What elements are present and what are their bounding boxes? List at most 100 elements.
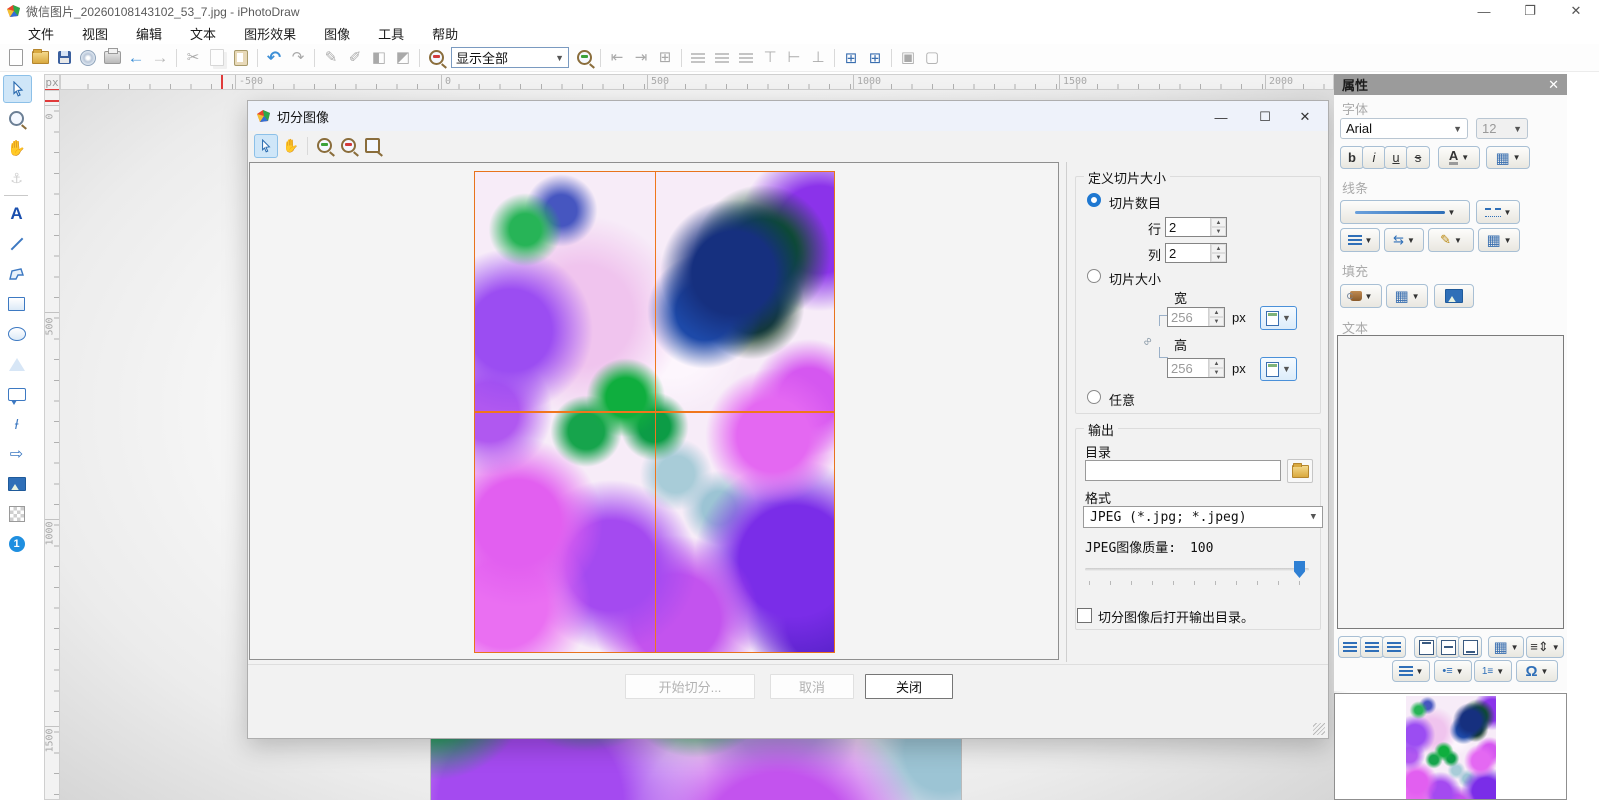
minimize-button[interactable]: — [1461,0,1507,22]
menu-shape-effects[interactable]: 图形效果 [230,22,310,45]
dialog-zoom-out-tool[interactable] [337,135,359,157]
undo-icon[interactable]: ↶ [263,47,285,69]
select-tool[interactable] [3,75,32,103]
save-icon[interactable] [53,47,75,69]
zoom-out-icon[interactable] [425,47,447,69]
menu-help[interactable]: 帮助 [418,22,472,45]
rows-up-icon[interactable]: ▲ [1211,218,1226,227]
font-color-button[interactable]: A ▼ [1438,146,1480,169]
slice-preview-panel[interactable] [249,162,1059,660]
text-frame-button[interactable]: ▦ ▼ [1488,636,1524,658]
dialog-pan-tool[interactable]: ✋ [280,135,302,157]
bullet-list-button[interactable]: •≡ ▼ [1434,660,1472,682]
menu-text[interactable]: 文本 [176,22,230,45]
strikethrough-button[interactable]: s [1406,146,1430,169]
dialog-resize-grip[interactable] [1313,723,1325,735]
font-table-button[interactable]: ▦ ▼ [1486,146,1530,169]
cols-spinner[interactable]: 2 ▲ ▼ [1165,243,1227,263]
text-content-area[interactable] [1337,335,1564,629]
close-button[interactable]: ✕ [1553,0,1599,22]
bold-button[interactable]: b [1340,146,1364,169]
export-icon[interactable] [77,47,99,69]
rows-down-icon[interactable]: ▼ [1211,227,1226,236]
ellipse-tool[interactable] [3,321,30,347]
width-calculator-button[interactable]: ▼ [1260,306,1297,330]
forward-icon[interactable]: → [149,47,171,69]
close-dialog-button[interactable]: 关闭 [865,674,953,699]
underline-button[interactable]: u [1384,146,1408,169]
numbered-list-button[interactable]: 1≡ ▼ [1474,660,1512,682]
open-after-checkbox[interactable] [1077,608,1092,623]
distribute-horizontal-icon[interactable]: ⊞ [840,47,862,69]
text-align-left-button[interactable] [1338,636,1362,658]
line-color-button[interactable]: ✎ ▼ [1428,228,1474,252]
numbering-tool[interactable]: 1 [3,531,30,557]
pan-tool[interactable]: ✋ [3,135,30,161]
rectangle-tool[interactable] [3,291,30,317]
polygon-tool[interactable] [3,261,30,287]
format-select[interactable]: JPEG (*.jpg; *.jpeg) ▼ [1083,506,1323,528]
line-table-button[interactable]: ▦ ▼ [1478,228,1520,252]
slice-size-radio[interactable] [1087,269,1101,283]
dialog-minimize-button[interactable]: — [1204,105,1238,129]
zoom-in-icon[interactable] [573,47,595,69]
navigator-panel[interactable] [1334,693,1567,800]
dialog-zoom-in-tool[interactable] [313,135,335,157]
cols-down-icon[interactable]: ▼ [1211,253,1226,262]
dimension-tool[interactable]: Ɨ [3,411,30,437]
back-icon[interactable]: ← [125,47,147,69]
new-file-icon[interactable] [5,47,27,69]
dialog-zoom-fit-tool[interactable] [361,135,383,157]
menu-view[interactable]: 视图 [68,22,122,45]
zoom-tool[interactable] [3,105,30,131]
image-tool[interactable] [3,471,30,497]
dialog-maximize-button[interactable]: ☐ [1248,105,1282,129]
line-tool[interactable] [3,231,30,257]
indent-button[interactable]: ▼ [1392,660,1430,682]
fill-color-button[interactable]: ▼ [1340,284,1382,308]
fill-table-button[interactable]: ▦ ▼ [1386,284,1428,308]
font-family-combo[interactable]: Arial ▼ [1340,118,1468,139]
height-calculator-button[interactable]: ▼ [1260,357,1297,381]
vertical-align-middle-button[interactable] [1436,636,1460,658]
dialog-select-tool[interactable] [254,133,278,158]
horizontal-slice-guide[interactable] [475,410,834,413]
italic-button[interactable]: i [1362,146,1386,169]
browse-folder-button[interactable] [1287,459,1313,483]
distribute-vertical-icon[interactable]: ⊞ [864,47,886,69]
properties-close-icon[interactable]: ✕ [1548,77,1559,93]
free-slice-radio[interactable] [1087,390,1101,404]
symbol-button[interactable]: Ω ▼ [1516,660,1558,682]
menu-edit[interactable]: 编辑 [122,22,176,45]
zoom-level-combo[interactable]: 显示全部 ▼ [451,47,569,68]
transparency-tool[interactable] [3,501,30,527]
directory-input[interactable] [1085,460,1281,481]
paste-icon[interactable] [230,47,252,69]
dialog-close-button[interactable]: ✕ [1288,105,1322,129]
vertical-align-top-button[interactable] [1414,636,1438,658]
text-align-center-button[interactable] [1360,636,1384,658]
line-style-combo[interactable]: ▼ [1340,200,1470,224]
menu-tools[interactable]: 工具 [364,22,418,45]
print-icon[interactable] [101,47,123,69]
dialog-title-bar[interactable]: 切分图像 [248,101,1328,131]
menu-file[interactable]: 文件 [14,22,68,45]
text-tool[interactable]: A [3,201,30,227]
cols-up-icon[interactable]: ▲ [1211,244,1226,253]
text-align-right-button[interactable] [1382,636,1406,658]
quality-slider-track[interactable] [1085,568,1309,571]
callout-tool[interactable] [3,381,30,407]
open-file-icon[interactable] [29,47,51,69]
line-weight-button[interactable]: ▼ [1340,228,1380,252]
restore-button[interactable]: ❐ [1507,0,1553,22]
slice-count-radio[interactable] [1087,193,1101,207]
arrow-ends-button[interactable]: ⇆ ▼ [1384,228,1424,252]
fill-image-button[interactable] [1434,284,1474,308]
triangle-tool[interactable] [3,351,30,377]
vertical-align-bottom-button[interactable] [1458,636,1482,658]
line-spacing-button[interactable]: ≡⇕ ▼ [1526,636,1564,658]
dash-style-button[interactable]: ▼ [1476,200,1520,224]
rows-spinner[interactable]: 2 ▲ ▼ [1165,217,1227,237]
menu-image[interactable]: 图像 [310,22,364,45]
arrow-shape-tool[interactable]: ⇨ [3,441,30,467]
